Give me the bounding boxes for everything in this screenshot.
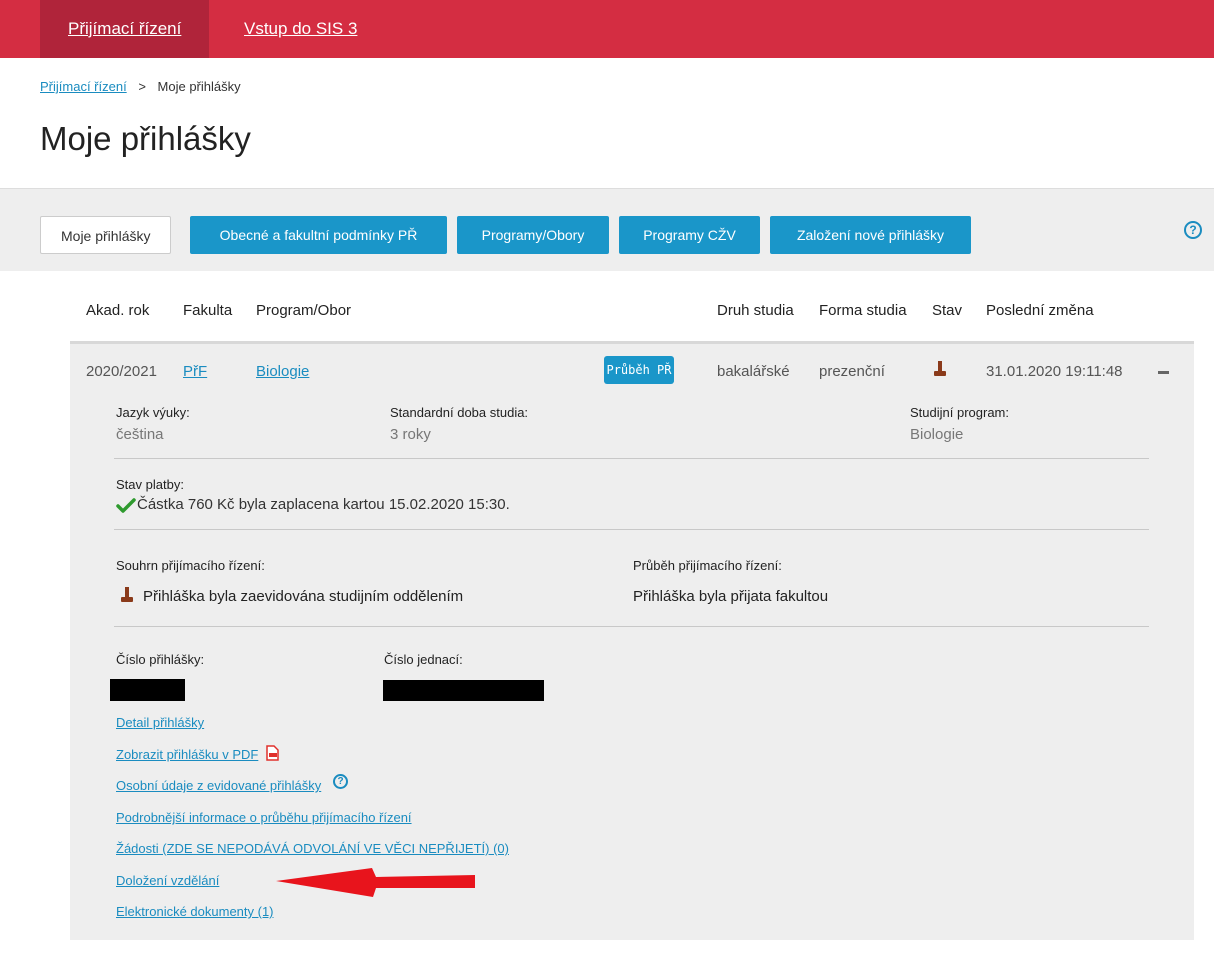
pdf-icon[interactable] [264,745,280,761]
col-header-status: Stav [932,302,963,319]
link-application-pdf[interactable]: Zobrazit přihlášku v PDF [116,747,258,762]
col-header-year: Akad. rok [86,302,150,319]
col-header-last-change: Poslední změna [986,302,1094,319]
collapse-row-icon[interactable] [1158,371,1169,374]
section-divider [114,458,1149,459]
breadcrumb-link-admissions[interactable]: Přijímací řízení [40,79,127,94]
study-program-value: Biologie [910,426,964,443]
study-program-label: Studijní program: [910,405,1009,420]
stamp-icon [121,587,133,602]
col-header-form: Forma studia [819,302,907,319]
breadcrumb-separator: > [138,79,146,94]
progress-badge-button[interactable]: Průběh PŘ [604,356,674,384]
link-application-detail[interactable]: Detail přihlášky [116,715,204,730]
section-divider [114,529,1149,530]
row-year: 2020/2021 [86,363,157,380]
application-number-redacted [110,679,185,701]
row-program-link[interactable]: Biologie [256,363,309,380]
page-title: Moje přihlášky [40,120,251,157]
tab-general-conditions[interactable]: Obecné a fakultní podmínky PŘ [190,216,447,254]
help-icon[interactable]: ? [1184,221,1202,239]
progress-label: Průběh přijímacího řízení: [633,558,782,573]
link-requests[interactable]: Žádosti (ZDE SE NEPODÁVÁ ODVOLÁNÍ VE VĚC… [116,841,509,856]
tab-my-applications[interactable]: Moje přihlášky [40,216,172,254]
col-header-kind: Druh studia [717,302,794,319]
help-icon[interactable]: ? [333,774,348,789]
summary-value: Přihláška byla zaevidována studijním odd… [143,588,464,605]
topnav-sis3[interactable]: Vstup do SIS 3 [244,0,357,58]
duration-value: 3 roky [390,426,431,443]
row-form: prezenční [819,363,885,380]
breadcrumb-current: Moje přihlášky [157,79,241,94]
payment-value: Částka 760 Kč byla zaplacena kartou 15.0… [137,496,510,513]
reference-number-label: Číslo jednací: [384,652,463,667]
tab-programs-czv[interactable]: Programy CŽV [619,216,760,254]
link-electronic-documents[interactable]: Elektronické dokumenty (1) [116,904,274,919]
row-faculty-link[interactable]: PřF [183,363,207,380]
row-last-change: 31.01.2020 19:11:48 [986,363,1123,380]
row-kind: bakalářské [717,363,790,380]
payment-label: Stav platby: [116,477,184,492]
link-admission-progress-info[interactable]: Podrobnější informace o průběhu přijímac… [116,810,412,825]
col-header-faculty: Fakulta [183,302,233,319]
duration-label: Standardní doba studia: [390,405,529,420]
topnav-admissions[interactable]: Přijímací řízení [40,0,210,58]
check-icon [116,498,136,513]
tab-programs[interactable]: Programy/Obory [457,216,609,254]
link-education-proof[interactable]: Doložení vzdělání [116,873,219,888]
reference-number-redacted [383,680,544,701]
tab-bar: Moje přihlášky Obecné a fakultní podmínk… [0,188,1214,271]
red-arrow-annotation [276,868,475,897]
breadcrumb: Přijímací řízení > Moje přihlášky [40,79,241,94]
top-nav-bar: Přijímací řízení Vstup do SIS 3 [0,0,1214,58]
link-personal-data[interactable]: Osobní údaje z evidované přihlášky [116,778,321,793]
summary-label: Souhrn přijímacího řízení: [116,558,265,573]
application-number-label: Číslo přihlášky: [116,652,205,667]
stamp-icon [934,361,946,376]
progress-value: Přihláška byla přijata fakultou [633,588,829,605]
col-header-program: Program/Obor [256,302,352,319]
section-divider [114,626,1149,627]
language-value: čeština [116,426,164,443]
language-label: Jazyk výuky: [116,405,190,420]
tab-new-application[interactable]: Založení nové přihlášky [770,216,971,254]
